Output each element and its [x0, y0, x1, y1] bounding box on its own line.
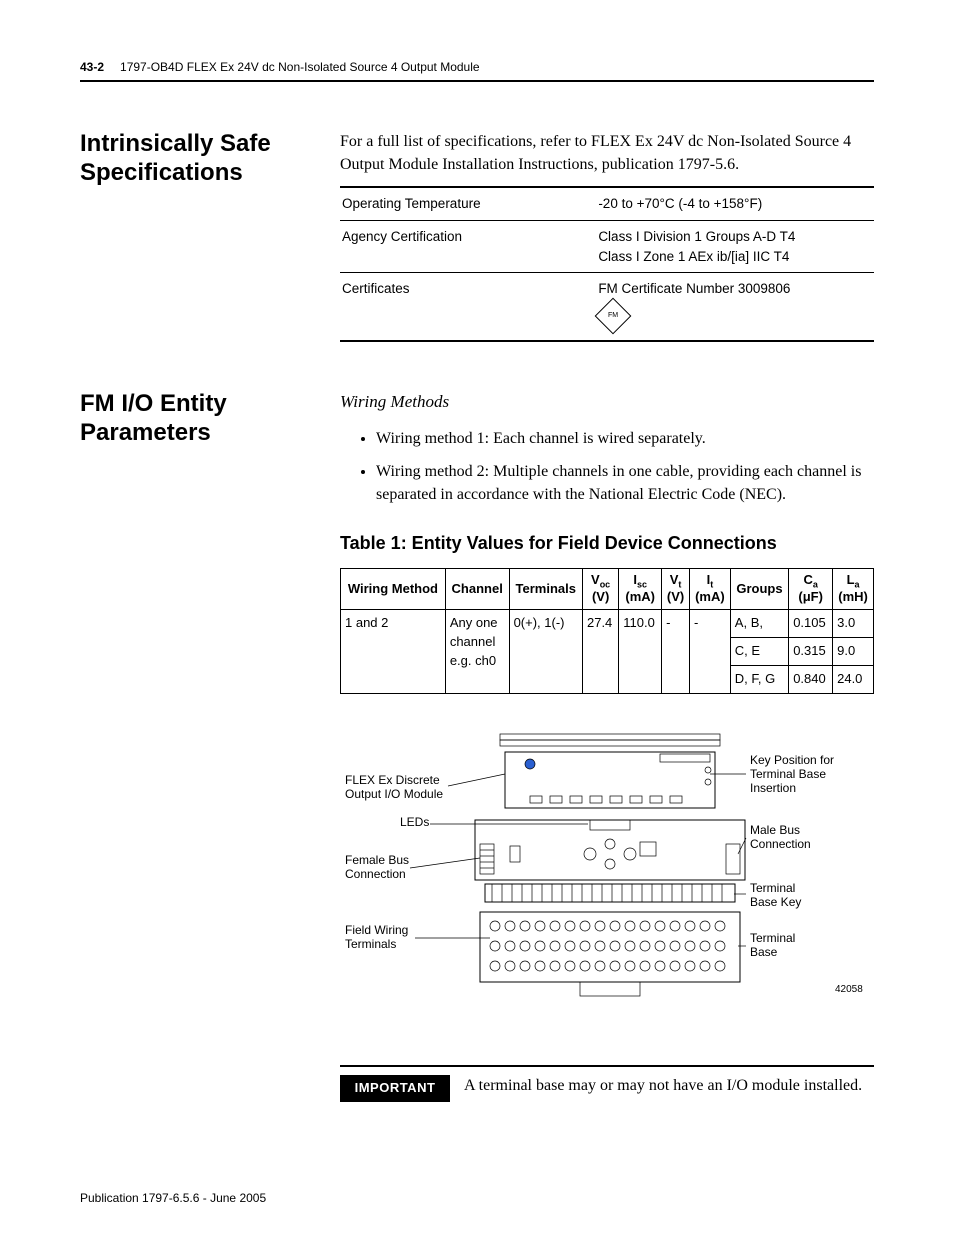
- section-specifications: Intrinsically Safe Specifications For a …: [80, 130, 874, 342]
- th-terminals: Terminals: [509, 569, 582, 610]
- cell-la-2: 9.0: [833, 638, 874, 666]
- logo-text: Flex Ex: [668, 756, 692, 763]
- important-text: A terminal base may or may not have an I…: [464, 1075, 862, 1097]
- specs-intro: For a full list of specifications, refer…: [340, 130, 874, 176]
- dlabel-key-pos: Key Position for Terminal Base Insertion: [750, 753, 837, 795]
- header-title: 1797-OB4D FLEX Ex 24V dc Non-Isolated So…: [120, 60, 480, 74]
- spec-op-temp-val: -20 to +70°C (-4 to +158°F): [596, 187, 874, 220]
- cell-terminals: 0(+), 1(-): [509, 610, 582, 694]
- cell-voc: 27.4: [582, 610, 618, 694]
- cell-la-1: 3.0: [833, 610, 874, 638]
- section-heading-fm: FM I/O Entity Parameters: [80, 390, 340, 448]
- module-drawing: Flex Ex: [475, 734, 745, 996]
- th-isc: Isc(mA): [619, 569, 662, 610]
- important-note: IMPORTANT A terminal base may or may not…: [340, 1065, 874, 1102]
- section-fm-entity: FM I/O Entity Parameters Wiring Methods …: [80, 390, 874, 1102]
- cell-groups-3: D, F, G: [730, 666, 788, 694]
- th-voc: Voc(V): [582, 569, 618, 610]
- spec-agency-val-2: Class I Zone 1 AEx ib/[ia] IIC T4: [598, 247, 868, 267]
- spec-agency-key: Agency Certification: [340, 220, 596, 272]
- dlabel-female-bus: Female Bus Connection: [345, 853, 412, 881]
- cell-ca-2: 0.315: [789, 638, 833, 666]
- cell-isc: 110.0: [619, 610, 662, 694]
- wiring-methods-subhead: Wiring Methods: [340, 390, 874, 415]
- cell-ca-1: 0.105: [789, 610, 833, 638]
- spec-cert-val: FM Certificate Number 3009806: [598, 279, 868, 299]
- fm-approval-icon: FM: [595, 297, 632, 334]
- spec-cert-key: Certificates: [340, 273, 596, 342]
- th-it: It(mA): [689, 569, 730, 610]
- cell-it: -: [689, 610, 730, 694]
- table1-title: Table 1: Entity Values for Field Device …: [340, 530, 874, 556]
- th-wiring-method: Wiring Method: [341, 569, 446, 610]
- dlabel-male-bus: Male Bus Connection: [750, 823, 811, 851]
- entity-values-table: Wiring Method Channel Terminals Voc(V) I…: [340, 568, 874, 693]
- module-diagram: FLEX Ex Discrete Output I/O Module LEDs …: [340, 724, 874, 1041]
- cell-channel: Any one channel e.g. ch0: [445, 610, 509, 694]
- wiring-method-1: Wiring method 1: Each channel is wired s…: [376, 427, 874, 450]
- wiring-method-2: Wiring method 2: Multiple channels in on…: [376, 460, 874, 506]
- fm-mark-text: FM: [601, 304, 625, 328]
- cell-ca-3: 0.840: [789, 666, 833, 694]
- th-groups: Groups: [730, 569, 788, 610]
- dlabel-leds: LEDs: [400, 815, 429, 829]
- dlabel-term-base: Terminal Base: [750, 931, 799, 959]
- dlabel-term-key: Terminal Base Key: [750, 881, 801, 909]
- diagram-ref: 42058: [835, 984, 863, 995]
- cell-wiring-method: 1 and 2: [341, 610, 446, 694]
- table-row: 1 and 2 Any one channel e.g. ch0 0(+), 1…: [341, 610, 874, 638]
- cell-vt: -: [662, 610, 690, 694]
- spec-op-temp-key: Operating Temperature: [340, 187, 596, 220]
- th-la: La(mH): [833, 569, 874, 610]
- wiring-method-list: Wiring method 1: Each channel is wired s…: [360, 427, 874, 507]
- dlabel-flex-module: FLEX Ex Discrete Output I/O Module: [345, 773, 443, 801]
- cell-groups-1: A, B,: [730, 610, 788, 638]
- section-heading-specs: Intrinsically Safe Specifications: [80, 130, 340, 188]
- th-vt: Vt(V): [662, 569, 690, 610]
- important-label: IMPORTANT: [340, 1075, 450, 1102]
- footer-publication: Publication 1797-6.5.6 - June 2005: [80, 1191, 266, 1205]
- running-header: 43-2 1797-OB4D FLEX Ex 24V dc Non-Isolat…: [80, 60, 874, 82]
- th-channel: Channel: [445, 569, 509, 610]
- page-number: 43-2: [80, 60, 104, 74]
- spec-table: Operating Temperature -20 to +70°C (-4 t…: [340, 186, 874, 342]
- cell-groups-2: C, E: [730, 638, 788, 666]
- spec-agency-val-1: Class I Division 1 Groups A-D T4: [598, 227, 868, 247]
- cell-la-3: 24.0: [833, 666, 874, 694]
- th-ca: Ca(μF): [789, 569, 833, 610]
- dlabel-field-wiring: Field Wiring Terminals: [345, 923, 412, 951]
